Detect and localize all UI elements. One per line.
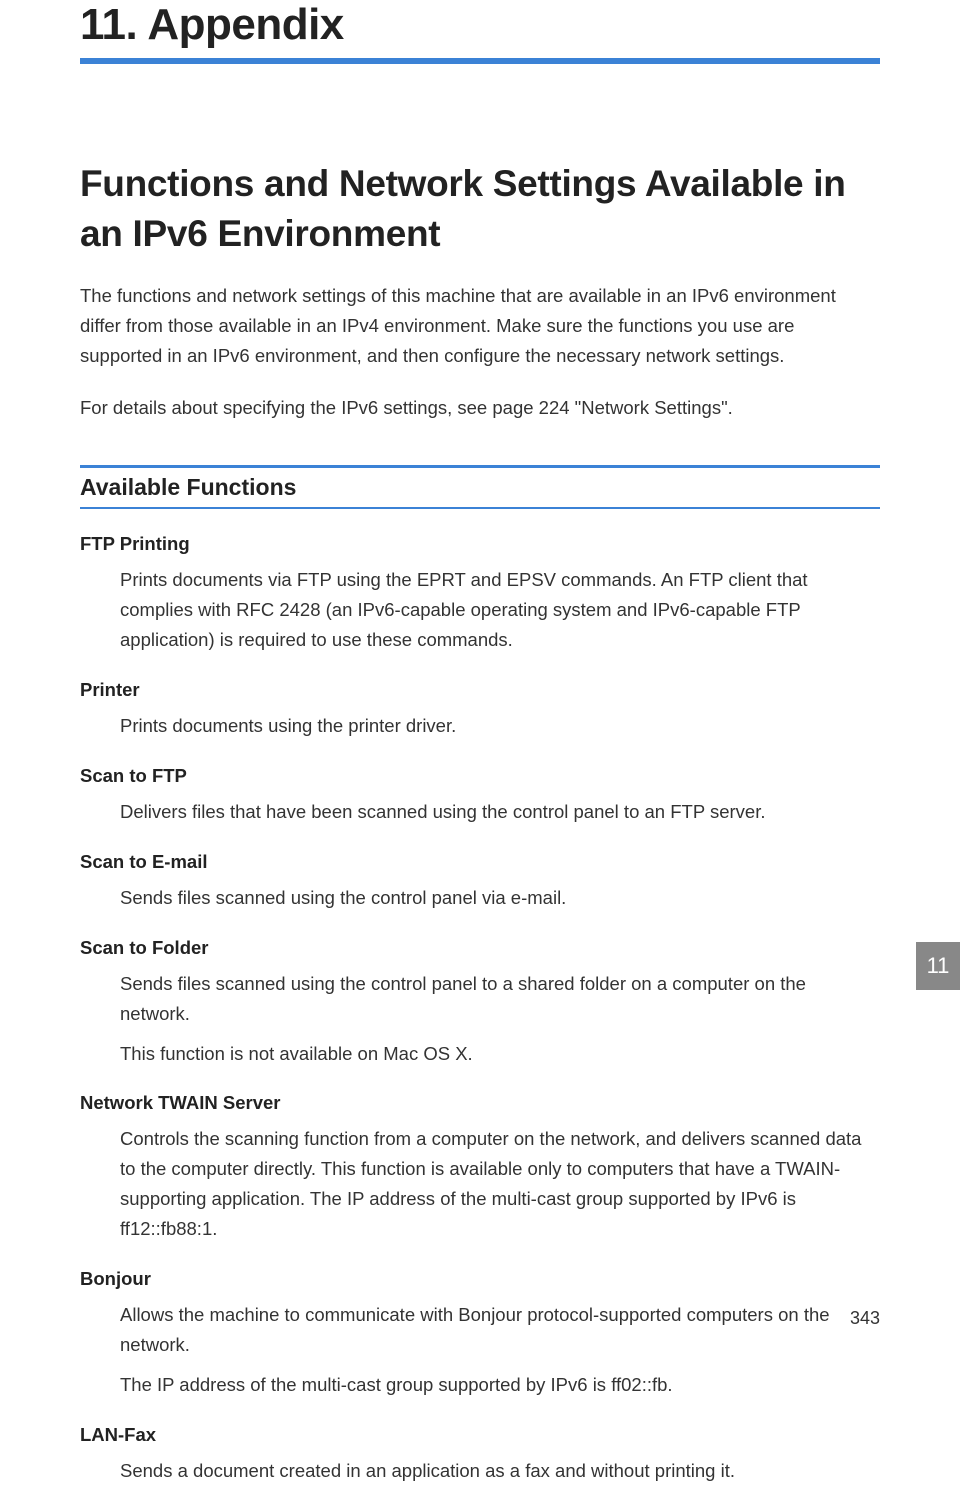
- function-desc: Allows the machine to communicate with B…: [120, 1300, 880, 1360]
- subsection-rule-top: [80, 465, 880, 468]
- function-item: Network TWAIN Server Controls the scanni…: [80, 1092, 880, 1244]
- page-container: 11. Appendix Functions and Network Setti…: [0, 0, 960, 1359]
- section-title: Functions and Network Settings Available…: [80, 159, 880, 259]
- function-title: Scan to FTP: [80, 765, 880, 787]
- function-item: Scan to Folder Sends files scanned using…: [80, 937, 880, 1069]
- function-item: LAN-Fax Sends a document created in an a…: [80, 1424, 880, 1486]
- section-intro-2: For details about specifying the IPv6 se…: [80, 393, 880, 423]
- section-intro-1: The functions and network settings of th…: [80, 281, 880, 371]
- chapter-tab: 11: [916, 942, 960, 990]
- function-desc: Prints documents via FTP using the EPRT …: [120, 565, 880, 655]
- subsection-rule-bottom: [80, 507, 880, 509]
- function-desc: Prints documents using the printer drive…: [120, 711, 880, 741]
- function-title: FTP Printing: [80, 533, 880, 555]
- function-item: Printer Prints documents using the print…: [80, 679, 880, 741]
- function-desc: Sends files scanned using the control pa…: [120, 969, 880, 1029]
- function-desc: Sends files scanned using the control pa…: [120, 883, 880, 913]
- subsection-heading: Available Functions: [80, 474, 880, 501]
- function-title: Scan to Folder: [80, 937, 880, 959]
- function-desc: This function is not available on Mac OS…: [120, 1039, 880, 1069]
- page-number: 343: [850, 1308, 880, 1329]
- function-item: FTP Printing Prints documents via FTP us…: [80, 533, 880, 655]
- function-desc: Sends a document created in an applicati…: [120, 1456, 880, 1486]
- function-title: Bonjour: [80, 1268, 880, 1290]
- function-desc: Delivers files that have been scanned us…: [120, 797, 880, 827]
- function-title: Scan to E-mail: [80, 851, 880, 873]
- subsection-heading-wrap: Available Functions: [80, 465, 880, 509]
- chapter-title: 11. Appendix: [80, 0, 880, 50]
- function-item: Scan to FTP Delivers files that have bee…: [80, 765, 880, 827]
- function-title: LAN-Fax: [80, 1424, 880, 1446]
- function-item: Scan to E-mail Sends files scanned using…: [80, 851, 880, 913]
- function-desc: The IP address of the multi-cast group s…: [120, 1370, 880, 1400]
- function-title: Printer: [80, 679, 880, 701]
- chapter-rule: [80, 58, 880, 64]
- function-item: Bonjour Allows the machine to communicat…: [80, 1268, 880, 1400]
- function-title: Network TWAIN Server: [80, 1092, 880, 1114]
- function-desc: Controls the scanning function from a co…: [120, 1124, 880, 1244]
